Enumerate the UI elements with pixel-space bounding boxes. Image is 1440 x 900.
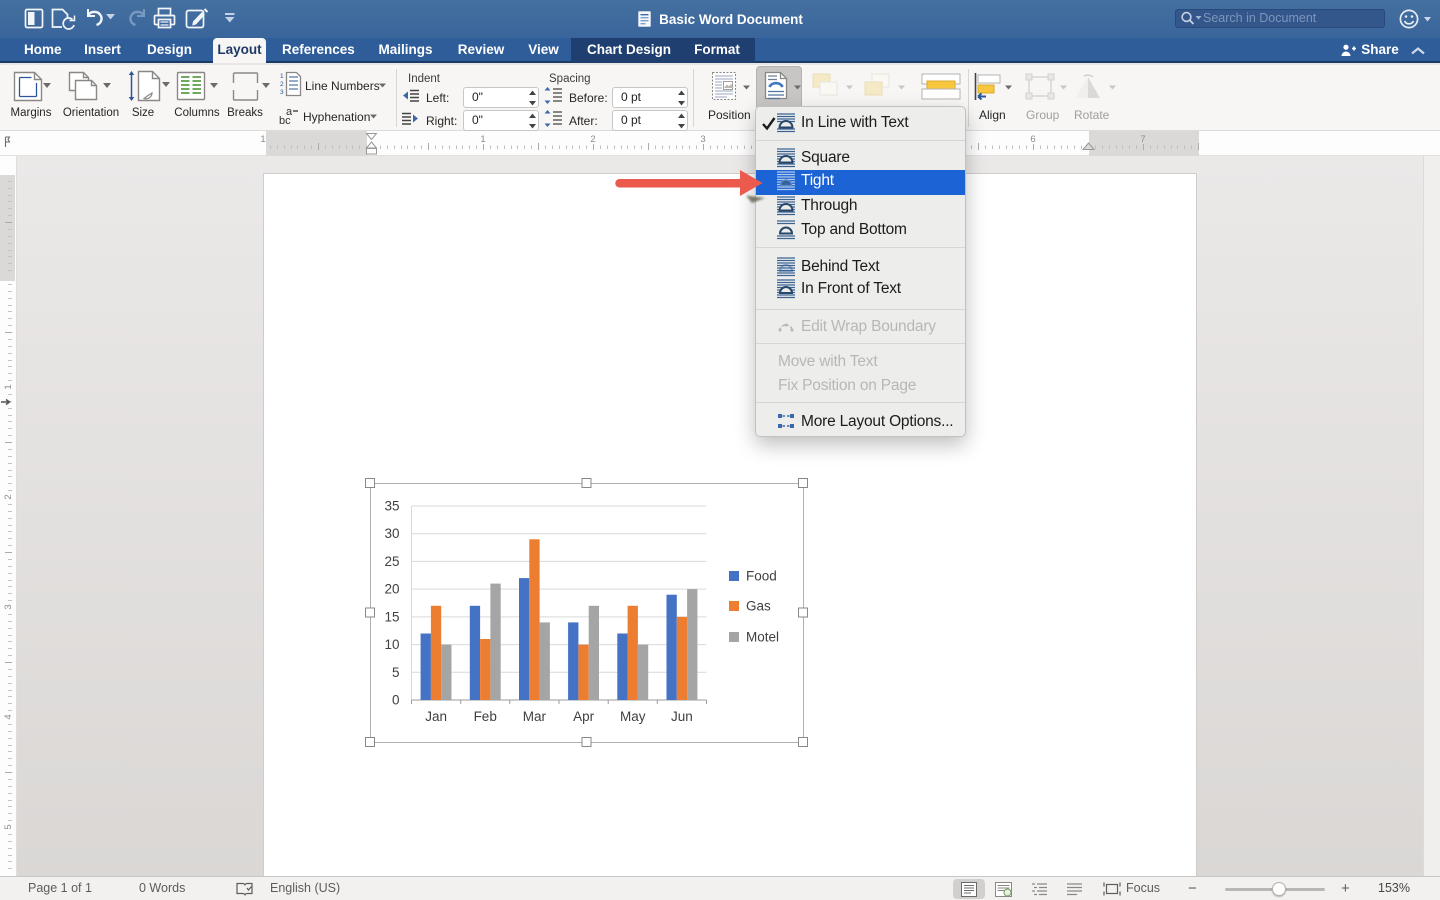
svg-text:20: 20	[384, 582, 399, 597]
svg-text:6: 6	[1030, 134, 1035, 145]
svg-text:Motel: Motel	[746, 630, 779, 645]
svg-text:35: 35	[384, 499, 399, 514]
svg-text:7: 7	[1140, 134, 1145, 145]
svg-text:1: 1	[260, 134, 265, 145]
svg-text:1: 1	[280, 73, 284, 80]
svg-text:Apr: Apr	[573, 709, 595, 724]
svg-text:Jan: Jan	[425, 709, 447, 724]
svg-text:25: 25	[384, 554, 399, 569]
svg-text:Jun: Jun	[671, 709, 693, 724]
svg-text:3: 3	[3, 604, 14, 609]
svg-text:5: 5	[392, 665, 400, 680]
svg-text:May: May	[620, 709, 646, 724]
svg-text:a: a	[286, 106, 293, 118]
svg-text:4: 4	[3, 714, 14, 719]
svg-text:3: 3	[280, 89, 284, 96]
svg-text:30: 30	[384, 526, 399, 541]
svg-text:0: 0	[392, 693, 400, 708]
svg-text:1: 1	[3, 384, 14, 389]
svg-text:Gas: Gas	[746, 599, 771, 614]
svg-text:3: 3	[700, 134, 705, 145]
svg-text:1: 1	[480, 134, 485, 145]
svg-text:Food: Food	[746, 569, 777, 584]
svg-text:10: 10	[384, 637, 399, 652]
svg-text:Mar: Mar	[523, 709, 547, 724]
svg-text:2: 2	[590, 134, 595, 145]
svg-text:Feb: Feb	[474, 709, 497, 724]
svg-text:2: 2	[280, 81, 284, 88]
svg-text:15: 15	[384, 609, 399, 624]
svg-text:2: 2	[3, 494, 14, 499]
svg-text:5: 5	[3, 824, 14, 829]
